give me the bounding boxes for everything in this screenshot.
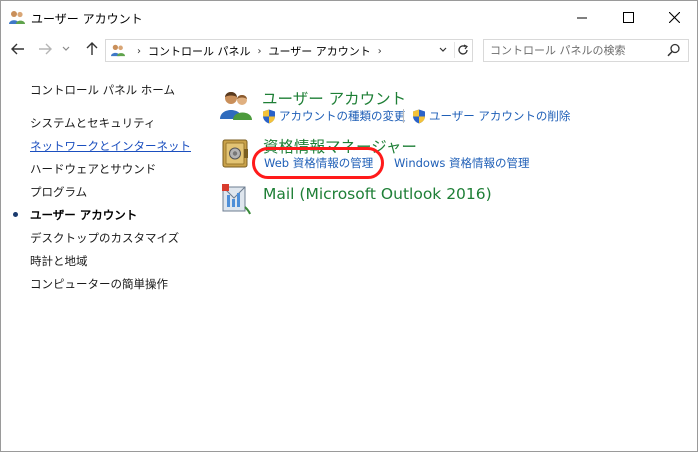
breadcrumb-user-accounts[interactable]: ユーザー アカウント [269,43,371,59]
breadcrumb-separator-icon[interactable]: › [137,46,141,57]
arrow-left-icon [11,43,24,55]
close-button[interactable] [651,1,697,33]
breadcrumb-separator-icon[interactable]: › [378,46,382,57]
breadcrumb-separator-icon[interactable]: › [258,46,262,57]
nav-network-internet[interactable]: ネットワークとインターネット [30,138,191,154]
breadcrumb: › コントロール パネル › ユーザー アカウント › [130,43,389,59]
maximize-icon [622,11,634,23]
user-accounts-icon [111,44,125,57]
search-input[interactable] [490,42,660,58]
search-icon[interactable] [667,43,681,57]
change-account-type-link[interactable]: アカウントの種類の変更 [262,108,406,124]
nav-hardware-sound[interactable]: ハードウェアとサウンド [30,161,156,177]
search-box[interactable] [483,39,689,62]
breadcrumb-control-panel[interactable]: コントロール パネル [148,43,251,59]
address-dropdown-button[interactable] [436,43,450,57]
address-bar[interactable]: › コントロール パネル › ユーザー アカウント › [105,39,473,62]
arrow-right-icon [39,43,52,55]
chevron-down-icon [62,46,70,51]
control-panel-home-link[interactable]: コントロール パネル ホーム [30,82,175,98]
refresh-button[interactable] [454,42,471,58]
nav-clock-region[interactable]: 時計と地域 [30,253,88,269]
arrow-up-icon [86,42,98,55]
close-icon [668,11,680,23]
back-button[interactable] [7,38,29,60]
current-page-bullet-icon [13,212,18,217]
up-button[interactable] [81,38,103,60]
forward-button[interactable] [34,38,56,60]
user-accounts-icon[interactable] [219,89,253,121]
mail-icon[interactable] [219,181,251,215]
control-panel-window: ユーザー アカウント › コントロール パネル › ユーザー アカウント › コ… [0,0,698,452]
window-title: ユーザー アカウント [31,12,143,26]
nav-system-security[interactable]: システムとセキュリティ [30,115,155,131]
navigation-bar: › コントロール パネル › ユーザー アカウント › [1,36,697,64]
nav-user-accounts: ユーザー アカウント [30,208,138,222]
credential-manager-icon[interactable] [220,137,250,169]
minimize-button[interactable] [559,1,605,33]
uac-shield-icon [263,109,275,123]
manage-windows-credentials-link[interactable]: Windows 資格情報の管理 [394,155,530,171]
change-account-type-label: アカウントの種類の変更 [279,109,406,123]
title-bar: ユーザー アカウント [1,1,697,33]
nav-programs[interactable]: プログラム [30,184,87,200]
uac-shield-icon [413,109,425,123]
nav-ease-of-access[interactable]: コンピューターの簡単操作 [30,276,168,292]
mail-title[interactable]: Mail (Microsoft Outlook 2016) [263,185,492,203]
task-divider [403,109,404,123]
user-accounts-title[interactable]: ユーザー アカウント [262,87,406,109]
user-accounts-icon [9,11,25,24]
delete-user-account-label: ユーザー アカウントの削除 [429,109,571,123]
delete-user-account-link[interactable]: ユーザー アカウントの削除 [412,108,570,124]
highlight-circle [252,147,384,179]
refresh-icon [458,44,468,55]
minimize-icon [576,17,587,18]
chevron-down-icon [439,47,447,52]
nav-desktop-customization[interactable]: デスクトップのカスタマイズ [30,230,179,246]
recent-locations-button[interactable] [59,38,73,60]
maximize-button[interactable] [605,1,651,33]
